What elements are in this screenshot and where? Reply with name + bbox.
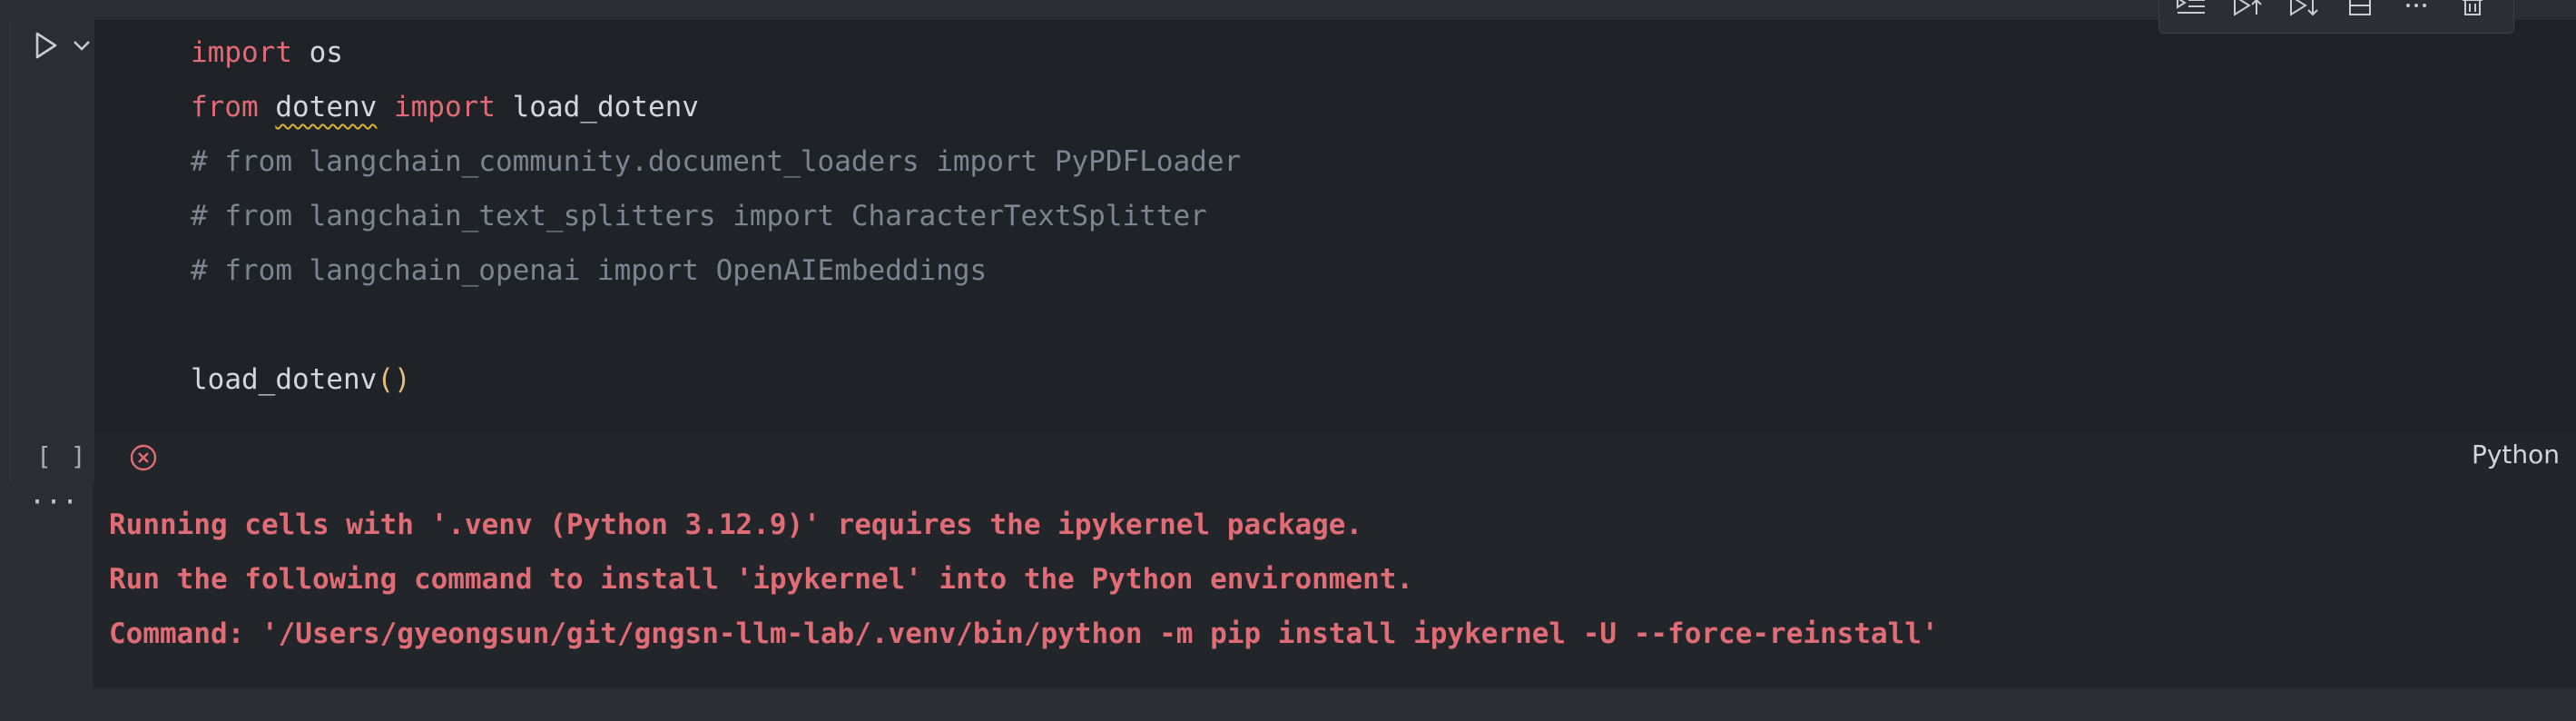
- code-editor[interactable]: import os from dotenv import load_dotenv…: [94, 20, 2576, 432]
- language-selector[interactable]: Python: [2472, 440, 2560, 469]
- run-by-line-icon: [2177, 0, 2205, 14]
- parentheses: (): [377, 363, 411, 396]
- run-below-icon: [2290, 0, 2318, 16]
- cell-gutter: [11, 20, 94, 483]
- comment-line: # from langchain_openai import OpenAIEmb…: [191, 254, 988, 287]
- code-cell[interactable]: import os from dotenv import load_dotenv…: [9, 20, 2576, 483]
- error-circle-icon[interactable]: [129, 443, 158, 472]
- keyword: from: [191, 91, 259, 123]
- code-text: load_dotenv: [512, 91, 699, 123]
- run-cell-button[interactable]: [27, 27, 64, 64]
- code-text: load_dotenv: [191, 363, 378, 396]
- play-icon: [35, 32, 57, 59]
- delete-cell-button[interactable]: [2450, 0, 2493, 29]
- cell-toolbar: [2158, 0, 2514, 34]
- comment-line: # from langchain_text_splitters import C…: [191, 200, 1207, 232]
- error-message-line: Command: '/Users/gyeongsun/git/gngsn-llm…: [109, 617, 1939, 650]
- split-cell-button[interactable]: [2337, 0, 2381, 29]
- keyword: import: [393, 91, 496, 123]
- code-line: import os: [191, 25, 343, 80]
- run-by-line-button[interactable]: [2168, 0, 2212, 29]
- chevron-down-icon: [74, 41, 90, 51]
- code-line: load_dotenv(): [191, 352, 411, 407]
- module-name-warning[interactable]: dotenv: [275, 91, 377, 123]
- notebook-page: import os from dotenv import load_dotenv…: [0, 0, 2576, 721]
- run-below-button[interactable]: [2281, 0, 2325, 29]
- more-icon: [2406, 4, 2426, 7]
- error-message-line: Running cells with '.venv (Python 3.12.9…: [109, 509, 1363, 541]
- output-gutter: ···: [9, 483, 93, 688]
- run-above-button[interactable]: [2225, 0, 2268, 29]
- keyword: import: [191, 36, 292, 69]
- code-line: from dotenv import load_dotenv: [191, 80, 699, 134]
- run-above-icon: [2234, 0, 2262, 16]
- more-actions-button[interactable]: [2394, 0, 2437, 29]
- code-text: os: [291, 36, 343, 69]
- execution-count: [ ]: [36, 441, 88, 471]
- error-message-line: Run the following command to install 'ip…: [109, 563, 1414, 596]
- comment-line: # from langchain_community.document_load…: [191, 145, 1242, 178]
- output-more-icon[interactable]: ···: [29, 487, 78, 519]
- trash-icon: [2463, 0, 2483, 15]
- split-cell-icon: [2349, 0, 2371, 15]
- cell-output: ··· Running cells with '.venv (Python 3.…: [9, 483, 2576, 688]
- cell-status-bar: [ ] Python: [11, 432, 2576, 483]
